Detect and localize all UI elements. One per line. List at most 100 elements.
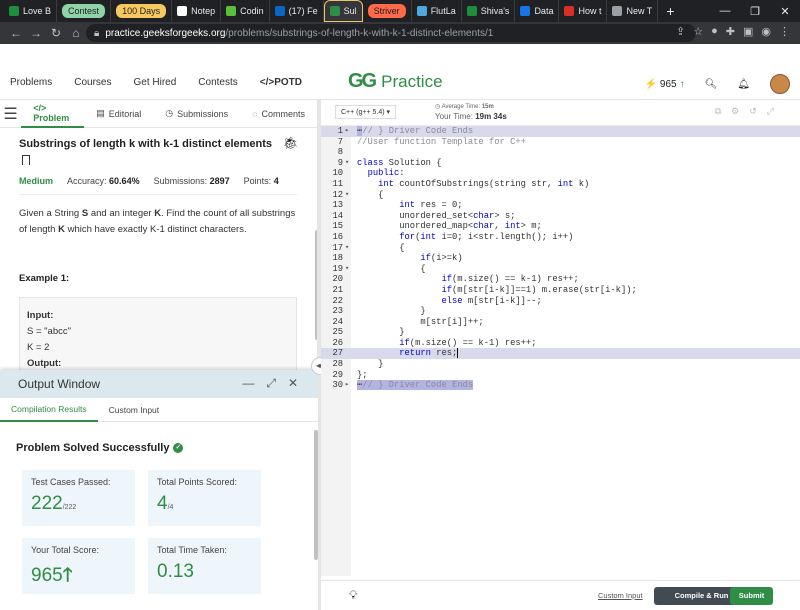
copy-icon[interactable]: ⧉ bbox=[715, 106, 721, 117]
tab-compilation-results[interactable]: Compilation Results bbox=[0, 398, 98, 422]
share-icon[interactable]: ⇪ bbox=[676, 25, 685, 38]
menu-item[interactable]: Courses bbox=[74, 77, 111, 88]
minimize-icon[interactable]: — bbox=[242, 376, 254, 391]
bookmark-icon[interactable] bbox=[22, 155, 30, 165]
browser-tab[interactable]: Notep bbox=[172, 0, 222, 22]
fold-toggle-icon[interactable]: ▾ bbox=[345, 190, 353, 201]
fold-toggle-icon[interactable]: ▾ bbox=[345, 243, 353, 254]
fold-toggle-icon[interactable] bbox=[345, 296, 353, 307]
star-icon[interactable]: ☆ bbox=[693, 25, 703, 38]
puzzle-icon[interactable]: ✚ bbox=[726, 25, 735, 38]
search-icon[interactable]: 🔍︎ bbox=[705, 79, 718, 90]
browser-tab[interactable]: Striver bbox=[363, 0, 412, 22]
code-token: return bbox=[399, 348, 431, 359]
code-area[interactable]: 1 ▸ ⋯// } Driver Code Ends 7//User function… bbox=[321, 126, 800, 391]
maximize-icon[interactable]: ❐ bbox=[740, 5, 770, 18]
fold-toggle-icon[interactable] bbox=[345, 137, 353, 148]
code-token: m[str[i-k]]--; bbox=[462, 295, 542, 306]
streak-score[interactable]: ⚡ 965 ↑ bbox=[644, 79, 684, 90]
fold-toggle-icon[interactable] bbox=[345, 179, 353, 190]
fullscreen-icon[interactable]: ⤢ bbox=[767, 106, 774, 117]
browser-tab[interactable]: Codin bbox=[221, 0, 270, 22]
tab-custom-input[interactable]: Custom Input bbox=[98, 398, 171, 422]
card-label: Your Total Score: bbox=[31, 545, 100, 555]
fold-toggle-icon[interactable]: ▸ bbox=[345, 126, 353, 137]
fold-toggle-icon[interactable] bbox=[345, 285, 353, 296]
fold-toggle-icon[interactable] bbox=[345, 168, 353, 179]
fold-toggle-icon[interactable] bbox=[345, 274, 353, 285]
language-select[interactable]: C++ (g++ 5.4) ▾ bbox=[335, 105, 397, 119]
browser-tab[interactable]: Contest bbox=[57, 0, 112, 22]
lightbulb-icon[interactable]: 💡︎ bbox=[349, 588, 357, 603]
browser-tab[interactable]: FlutLa bbox=[412, 0, 462, 22]
logo-text: Practice bbox=[381, 71, 443, 91]
back-icon[interactable]: ← bbox=[6, 26, 26, 40]
hamburger-icon[interactable]: ☰ bbox=[0, 104, 21, 124]
fold-toggle-icon[interactable] bbox=[345, 370, 353, 381]
fold-toggle-icon[interactable] bbox=[345, 221, 353, 232]
browser-tab[interactable]: How t bbox=[559, 0, 608, 22]
main-menu: Problems Courses Get Hired Contests </>POTD bbox=[10, 77, 302, 88]
line-number: 25 bbox=[332, 327, 343, 338]
browser-tab[interactable]: 100 Days bbox=[111, 0, 173, 22]
bell-icon[interactable]: 🔔︎ bbox=[737, 79, 750, 90]
fold-toggle-icon[interactable] bbox=[345, 306, 353, 317]
gfg-logo[interactable]: GG Practice bbox=[348, 70, 443, 93]
avatar[interactable] bbox=[770, 74, 790, 94]
close-window-icon[interactable]: ✕ bbox=[770, 5, 800, 18]
tab-label: Contest bbox=[62, 4, 106, 18]
fold-toggle-icon[interactable] bbox=[345, 359, 353, 370]
custom-input-link[interactable]: Custom Input bbox=[598, 591, 643, 600]
code-token: int bbox=[557, 178, 574, 189]
browser-tab[interactable]: (17) Fe bbox=[270, 0, 324, 22]
fold-toggle-icon[interactable] bbox=[345, 348, 353, 359]
streak-value: 965 bbox=[659, 78, 677, 90]
extension-badge-icon[interactable]: ● bbox=[711, 25, 718, 38]
menu-item[interactable]: Problems bbox=[10, 77, 52, 88]
menu-item[interactable]: </>POTD bbox=[260, 77, 302, 88]
browser-tab[interactable]: Love B bbox=[4, 0, 58, 22]
submit-button[interactable]: Submit bbox=[730, 587, 773, 605]
tab-problem[interactable]: </> Problem bbox=[21, 100, 85, 128]
browser-tab[interactable]: Data bbox=[515, 0, 560, 22]
menu-item[interactable]: Contests bbox=[198, 77, 237, 88]
tab-editorial[interactable]: ▤ Editorial bbox=[84, 100, 153, 128]
fold-toggle-icon[interactable] bbox=[345, 327, 353, 338]
menu-item[interactable]: Get Hired bbox=[134, 77, 177, 88]
fold-toggle-icon[interactable]: ▾ bbox=[345, 158, 353, 169]
home-icon[interactable]: ⌂ bbox=[66, 26, 86, 40]
minimize-icon[interactable]: — bbox=[710, 5, 740, 17]
fold-toggle-icon[interactable] bbox=[345, 211, 353, 222]
close-icon[interactable]: ✕ bbox=[288, 376, 298, 391]
fold-toggle-icon[interactable] bbox=[345, 200, 353, 211]
tab-comments[interactable]: ◌ Comments bbox=[240, 100, 317, 128]
browser-tab[interactable]: Sul bbox=[323, 0, 363, 22]
fold-toggle-icon[interactable]: ▸ bbox=[345, 380, 353, 391]
forward-icon[interactable]: → bbox=[26, 26, 46, 40]
difficulty-badge: Medium bbox=[19, 176, 54, 186]
reset-icon[interactable]: ↺ bbox=[749, 106, 757, 117]
tab-submissions[interactable]: ◷ Submissions bbox=[153, 100, 240, 128]
url-field[interactable]: 🔒︎ practice.geeksforgeeks.org/problems/s… bbox=[86, 24, 696, 42]
fold-toggle-icon[interactable]: ▾ bbox=[345, 264, 353, 275]
fold-toggle-icon[interactable] bbox=[345, 232, 353, 243]
fold-toggle-icon[interactable] bbox=[345, 147, 353, 158]
code-line: 21 if(m[str[i-k]]==1) m.erase(str[i-k]); bbox=[321, 285, 800, 296]
new-tab-button[interactable]: + bbox=[658, 3, 682, 19]
sidebar-icon[interactable]: ▣ bbox=[743, 25, 753, 38]
settings-icon[interactable]: ⚙ bbox=[731, 106, 739, 117]
browser-tab[interactable]: Shiva's bbox=[462, 0, 516, 22]
submissions-value: 2897 bbox=[209, 176, 230, 186]
fold-toggle-icon[interactable] bbox=[345, 253, 353, 264]
kebab-menu-icon[interactable]: ⋮ bbox=[779, 25, 790, 38]
profile-icon[interactable]: ◉ bbox=[761, 25, 771, 38]
expand-icon[interactable]: ⤢ bbox=[266, 376, 276, 391]
fold-toggle-icon[interactable] bbox=[345, 317, 353, 328]
browser-tab[interactable]: New T bbox=[607, 0, 659, 22]
reload-icon[interactable]: ↻ bbox=[46, 26, 66, 40]
bug-report-icon[interactable]: 🐞︎ bbox=[283, 136, 298, 150]
code-text: if(m.size() == k-1) res++; bbox=[353, 274, 578, 285]
fold-toggle-icon[interactable] bbox=[345, 338, 353, 349]
